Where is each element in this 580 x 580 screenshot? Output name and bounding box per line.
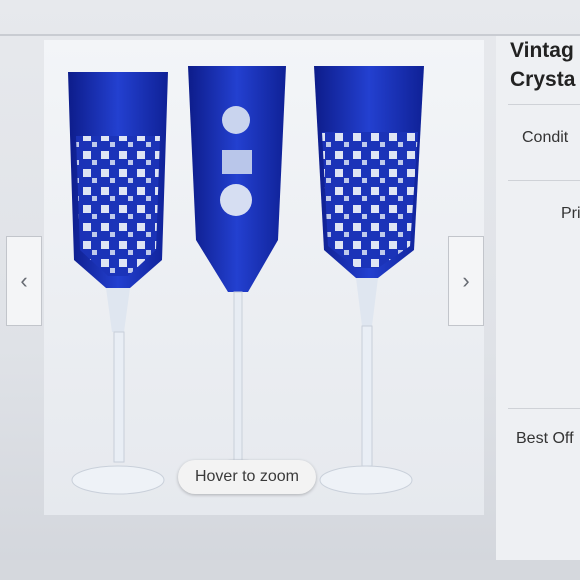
image-gallery[interactable]: ‹ › Hover to zoom [6, 40, 484, 515]
previous-image-button[interactable]: ‹ [6, 236, 42, 326]
hover-to-zoom-hint: Hover to zoom [178, 460, 316, 494]
listing-title-line-1: Vintag [510, 39, 574, 62]
listing-title: Vintag Crysta [510, 36, 580, 94]
zoom-hint-text: Hover to zoom [194, 468, 300, 485]
screen: ‹ › Hover to zoom Vintag Crysta Condit P… [0, 0, 580, 580]
price-label: Pri [561, 205, 580, 222]
next-image-button[interactable]: › [448, 236, 484, 326]
condition-divider [508, 180, 580, 181]
listing-details-panel [496, 36, 580, 580]
chevron-left-icon: ‹ [20, 268, 28, 293]
title-divider [508, 104, 580, 105]
top-divider [0, 34, 580, 36]
bottom-strip [0, 560, 580, 580]
chevron-right-icon: › [462, 268, 470, 293]
product-photo[interactable] [44, 40, 484, 515]
best-offer-label: Best Off [516, 430, 574, 447]
price-divider [508, 408, 580, 409]
listing-title-line-2: Crysta [510, 68, 576, 91]
condition-label: Condit [522, 129, 569, 146]
